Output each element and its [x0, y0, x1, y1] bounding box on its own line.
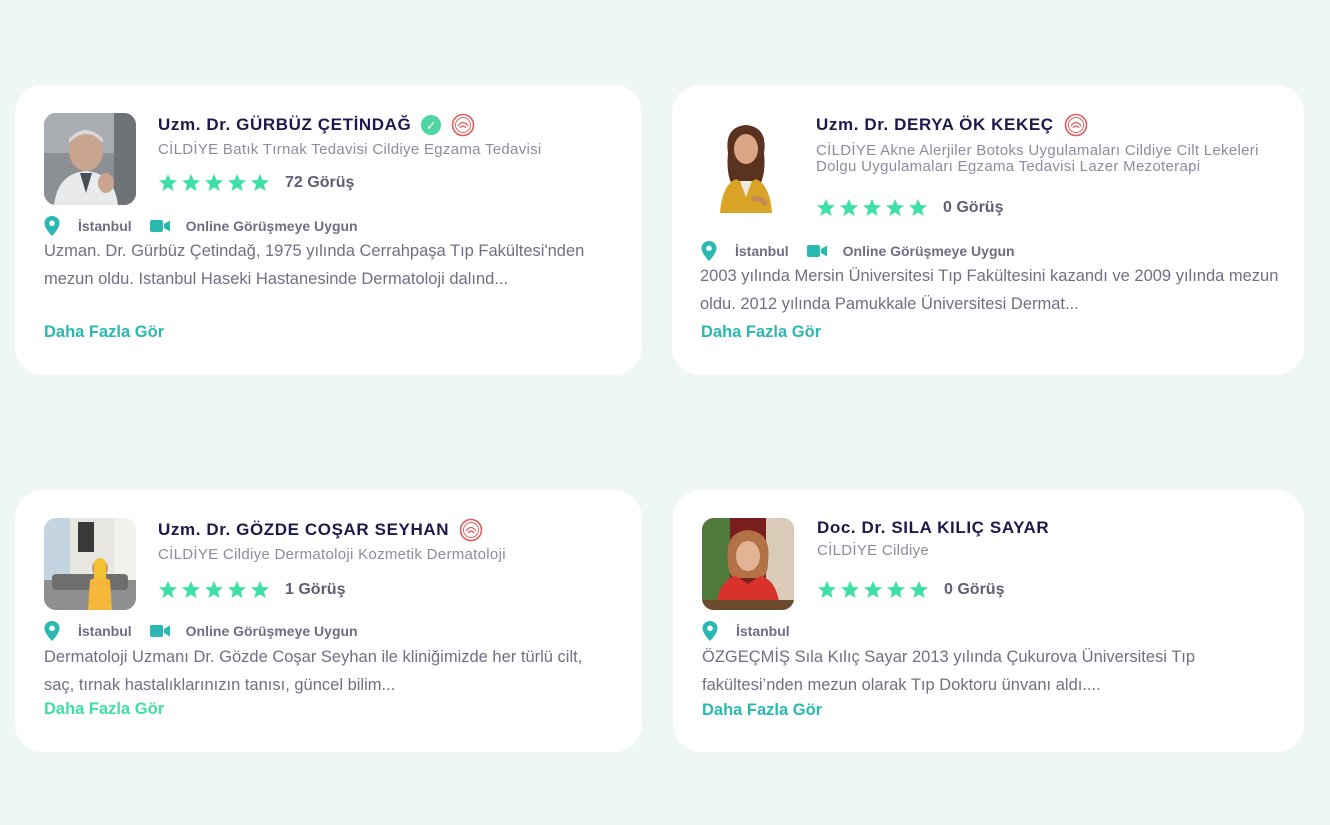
online-consultation-label: Online Görüşmeye Uygun: [185, 623, 358, 639]
star-icon: [841, 581, 859, 598]
doctor-photo[interactable]: [700, 113, 792, 213]
star-rating: [816, 198, 928, 218]
doctor-name[interactable]: Doc. Dr. SILA KILIÇ SAYAR: [817, 518, 1049, 538]
star-icon: [251, 174, 269, 191]
verified-check-icon: ✓: [421, 115, 442, 135]
video-camera-icon: [149, 220, 170, 232]
city-label: İstanbul: [78, 623, 132, 639]
star-icon: [182, 581, 200, 598]
rating: 1 Görüş: [158, 580, 345, 600]
see-more-link[interactable]: Daha Fazla Gör: [44, 323, 164, 342]
ministry-seal-icon: [1064, 113, 1088, 137]
specialties: CİLDİYE Cildiye: [817, 542, 930, 559]
doctor-name[interactable]: Uzm. Dr. GÖZDE COŞAR SEYHAN: [158, 520, 449, 540]
star-icon: [886, 199, 904, 216]
doctor-photo[interactable]: [44, 518, 136, 610]
star-icon: [864, 581, 882, 598]
see-more-link[interactable]: Daha Fazla Gör: [701, 323, 821, 342]
rating: 0 Görüş: [817, 580, 1004, 600]
star-icon: [228, 581, 246, 598]
video-camera-icon: [149, 625, 170, 637]
star-icon: [205, 581, 223, 598]
doctor-name[interactable]: Uzm. Dr. GÜRBÜZ ÇETİNDAĞ: [158, 115, 411, 135]
city-label: İstanbul: [735, 243, 789, 259]
doctor-card[interactable]: Uzm. Dr. GÜRBÜZ ÇETİNDAĞ ✓ CİLDİYE Batık…: [15, 85, 642, 375]
star-icon: [840, 199, 858, 216]
online-consultation-label: Online Görüşmeye Uygun: [842, 243, 1015, 259]
review-count[interactable]: 1 Görüş: [285, 581, 345, 599]
star-icon: [909, 199, 927, 216]
doctor-bio: Dermatoloji Uzmanı Dr. Gözde Coşar Seyha…: [44, 648, 583, 694]
doctor-name-row: Uzm. Dr. DERYA ÖK KEKEÇ: [816, 113, 1088, 137]
specialties: CİLDİYE Akne Alerjiler Botoks Uygulamala…: [816, 142, 1259, 175]
doctor-bio: ÖZGEÇMİŞ Sıla Kılıç Sayar 2013 yılında Ç…: [702, 648, 1196, 694]
doctor-name-row: Uzm. Dr. GÖZDE COŞAR SEYHAN: [158, 518, 483, 542]
specialties: CİLDİYE Cildiye Dermatoloji Kozmetik Der…: [158, 546, 506, 563]
doctor-name-row: Uzm. Dr. GÜRBÜZ ÇETİNDAĞ ✓: [158, 113, 475, 137]
see-more-link[interactable]: Daha Fazla Gör: [702, 701, 822, 720]
ministry-seal-icon: [459, 518, 483, 542]
star-icon: [818, 581, 836, 598]
meta-row: İstanbul: [702, 621, 790, 641]
star-icon: [159, 581, 177, 598]
location-pin-icon: [44, 621, 60, 641]
online-consultation-label: Online Görüşmeye Uygun: [185, 218, 358, 234]
review-count[interactable]: 0 Görüş: [944, 581, 1004, 599]
star-icon: [205, 174, 223, 191]
doctor-name[interactable]: Uzm. Dr. DERYA ÖK KEKEÇ: [816, 115, 1054, 135]
specialties: CİLDİYE Batık Tırnak Tedavisi Cildiye Eg…: [158, 141, 542, 158]
video-camera-icon: [806, 245, 827, 257]
star-icon: [251, 581, 269, 598]
see-more-link[interactable]: Daha Fazla Gör: [44, 700, 164, 719]
star-icon: [817, 199, 835, 216]
star-icon: [159, 174, 177, 191]
star-rating: [817, 580, 929, 600]
doctor-card[interactable]: Uzm. Dr. DERYA ÖK KEKEÇ CİLDİYE Akne Ale…: [672, 85, 1304, 375]
meta-row: İstanbul Online Görüşmeye Uygun: [701, 241, 1015, 261]
city-label: İstanbul: [78, 218, 132, 234]
rating: 72 Görüş: [158, 173, 354, 193]
doctor-name-row: Doc. Dr. SILA KILIÇ SAYAR: [817, 518, 1049, 538]
star-icon: [863, 199, 881, 216]
doctor-photo[interactable]: [702, 518, 794, 610]
star-icon: [182, 174, 200, 191]
doctor-photo[interactable]: [44, 113, 136, 205]
doctor-card[interactable]: Uzm. Dr. GÖZDE COŞAR SEYHAN CİLDİYE Cild…: [15, 490, 642, 752]
city-label: İstanbul: [736, 623, 790, 639]
location-pin-icon: [702, 621, 718, 641]
meta-row: İstanbul Online Görüşmeye Uygun: [44, 621, 358, 641]
star-icon: [910, 581, 928, 598]
star-icon: [887, 581, 905, 598]
rating: 0 Görüş: [816, 198, 1003, 218]
meta-row: İstanbul Online Görüşmeye Uygun: [44, 216, 358, 236]
review-count[interactable]: 0 Görüş: [943, 199, 1003, 217]
review-count[interactable]: 72 Görüş: [285, 174, 354, 192]
doctor-bio: 2003 yılında Mersin Üniversitesi Tıp Fak…: [700, 267, 1279, 313]
ministry-seal-icon: [451, 113, 475, 137]
doctor-card[interactable]: Doc. Dr. SILA KILIÇ SAYAR CİLDİYE Cildiy…: [673, 490, 1304, 752]
star-icon: [228, 174, 246, 191]
doctor-bio: Uzman. Dr. Gürbüz Çetindağ, 1975 yılında…: [44, 242, 585, 288]
star-rating: [158, 173, 270, 193]
star-rating: [158, 580, 270, 600]
location-pin-icon: [701, 241, 717, 261]
location-pin-icon: [44, 216, 60, 236]
